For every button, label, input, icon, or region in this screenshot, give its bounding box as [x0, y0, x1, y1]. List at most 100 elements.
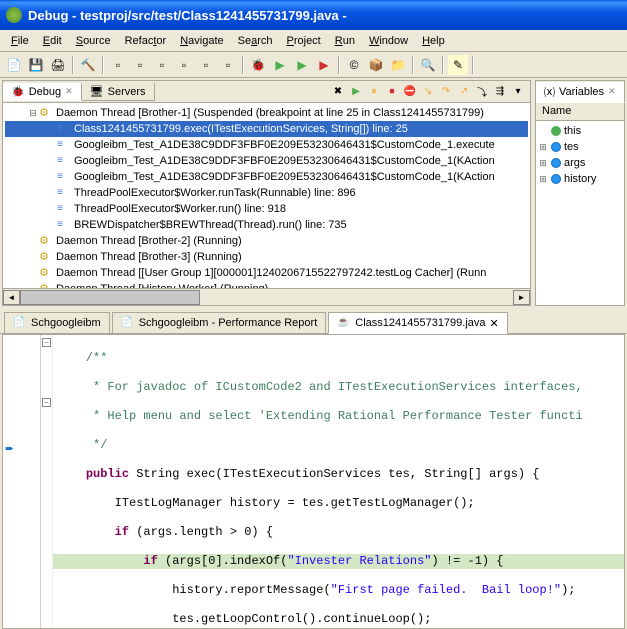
debug-tree[interactable]: ⊟Daemon Thread [Brother-1] (Suspended (b…	[3, 103, 530, 288]
menu-run[interactable]: Run	[328, 33, 362, 49]
menu-navigate[interactable]: Navigate	[173, 33, 230, 49]
annotate-button[interactable]: ✎	[448, 55, 468, 75]
new-button[interactable]: 📄	[4, 55, 24, 75]
menu-source[interactable]: Source	[69, 33, 118, 49]
code-area[interactable]: /** * For javadoc of ICustomCode2 and IT…	[53, 335, 624, 628]
thread-icon	[39, 234, 53, 248]
scroll-right-arrow[interactable]: ►	[513, 290, 530, 305]
frame-icon	[57, 186, 71, 200]
code-line: */	[57, 438, 107, 452]
bug-icon: 🐞	[11, 85, 25, 98]
new-class-button[interactable]: ©	[344, 55, 364, 75]
fold-column[interactable]: − −	[41, 335, 53, 628]
print-button[interactable]: 🖨	[48, 55, 68, 75]
scroll-left-arrow[interactable]: ◄	[3, 290, 20, 305]
editor-tab[interactable]: Schgoogleibm - Performance Report	[112, 312, 327, 333]
stack-frame-row[interactable]: ThreadPoolExecutor$Worker.run() line: 91…	[5, 201, 528, 217]
var-name: args	[564, 157, 585, 169]
suspend-button[interactable]: ⏸	[366, 84, 382, 100]
tool-button-3[interactable]: ▫	[152, 55, 172, 75]
variable-row[interactable]: this	[538, 123, 622, 139]
terminate-button[interactable]: ⏹	[384, 84, 400, 100]
remove-terminated-button[interactable]: ✖	[330, 84, 346, 100]
expand-icon[interactable]: ⊞	[538, 158, 548, 169]
horizontal-scrollbar[interactable]: ◄ ►	[3, 288, 530, 305]
menu-help[interactable]: Help	[415, 33, 452, 49]
variable-row[interactable]: ⊞tes	[538, 139, 622, 155]
menu-refactor[interactable]: Refactor	[118, 33, 174, 49]
run-button[interactable]: ▶	[270, 55, 290, 75]
menu-search[interactable]: Search	[231, 33, 280, 49]
search-button[interactable]: 🔍	[418, 55, 438, 75]
tool-button-2[interactable]: ▫	[130, 55, 150, 75]
close-icon[interactable]: ✕	[490, 317, 499, 330]
code-line: tes.getLoopControl().continueLoop();	[57, 612, 431, 626]
stack-frame-row[interactable]: Class1241455731799.exec(ITestExecutionSe…	[5, 121, 528, 137]
code-text: (args[0].indexOf(	[158, 554, 288, 568]
stack-frame-row[interactable]: Googleibm_Test_A1DE38C9DDF3FBF0E209E5323…	[5, 153, 528, 169]
thread-row[interactable]: Daemon Thread [History Worker] (Running)	[5, 281, 528, 288]
stack-frame-row[interactable]: Googleibm_Test_A1DE38C9DDF3FBF0E209E5323…	[5, 137, 528, 153]
variable-row[interactable]: ⊞history	[538, 171, 622, 187]
tab-debug-label: Debug	[29, 86, 61, 98]
step-over-button[interactable]: ↷	[438, 84, 454, 100]
tab-variables-label: Variables	[559, 86, 604, 98]
tool-button-1[interactable]: ▫	[108, 55, 128, 75]
stack-frame-row[interactable]: Googleibm_Test_A1DE38C9DDF3FBF0E209E5323…	[5, 169, 528, 185]
view-menu-button[interactable]: ▾	[510, 84, 526, 100]
build-button[interactable]: 🔨	[78, 55, 98, 75]
close-icon[interactable]: ✕	[608, 86, 616, 97]
close-icon[interactable]: ✕	[65, 86, 73, 97]
tab-servers[interactable]: 🖥 Servers	[82, 83, 155, 101]
frame-icon	[57, 138, 71, 152]
variable-row[interactable]: ⊞ args	[538, 155, 622, 171]
tool-button-6[interactable]: ▫	[218, 55, 238, 75]
editor-ruler[interactable]: ➨	[3, 335, 41, 628]
thread-row[interactable]: Daemon Thread [Brother-3] (Running)	[5, 249, 528, 265]
debug-button[interactable]: 🐞	[248, 55, 268, 75]
editor-tab[interactable]: Schgoogleibm	[4, 312, 110, 333]
breakpoint-marker[interactable]: ➨	[5, 442, 19, 456]
tab-label: Schgoogleibm - Performance Report	[139, 317, 318, 329]
drop-frame-button[interactable]: ⤵	[474, 84, 490, 100]
code-editor[interactable]: ➨ − − /** * For javadoc of ICustomCode2 …	[2, 334, 625, 629]
tool-button-4[interactable]: ▫	[174, 55, 194, 75]
fold-toggle[interactable]: −	[42, 398, 51, 407]
tool-button-5[interactable]: ▫	[196, 55, 216, 75]
thread-row[interactable]: Daemon Thread [Brother-2] (Running)	[5, 233, 528, 249]
stack-frame-row[interactable]: BREWDispatcher$BREWThread(Thread).run() …	[5, 217, 528, 233]
step-filters-button[interactable]: ⇶	[492, 84, 508, 100]
resume-button[interactable]: ▶	[348, 84, 364, 100]
menu-edit[interactable]: Edit	[36, 33, 69, 49]
thread-row[interactable]: Daemon Thread [[User Group 1][000001]124…	[5, 265, 528, 281]
editor-tab[interactable]: Class1241455731799.java✕	[328, 312, 508, 334]
step-return-button[interactable]: ↗	[456, 84, 472, 100]
stack-frame-row[interactable]: ThreadPoolExecutor$Worker.runTask(Runnab…	[5, 185, 528, 201]
app-icon	[6, 7, 22, 23]
code-line: * For javadoc of ICustomCode2 and ITestE…	[57, 380, 583, 394]
thread-row[interactable]: ⊟Daemon Thread [Brother-1] (Suspended (b…	[5, 105, 528, 121]
code-line: /**	[57, 351, 107, 365]
save-button[interactable]: 💾	[26, 55, 46, 75]
tab-debug[interactable]: 🐞 Debug ✕	[3, 83, 82, 101]
menu-window[interactable]: Window	[362, 33, 415, 49]
expand-icon[interactable]: ⊞	[538, 142, 548, 153]
disconnect-button[interactable]: ⛔	[402, 84, 418, 100]
tab-servers-label: Servers	[108, 86, 146, 98]
vars-body[interactable]: this⊞tes⊞args⊞history	[536, 121, 624, 305]
row-label: Daemon Thread [Brother-3] (Running)	[56, 251, 242, 263]
expand-icon[interactable]: ⊞	[538, 174, 548, 185]
fold-toggle[interactable]: −	[42, 338, 51, 347]
menu-file[interactable]: File	[4, 33, 36, 49]
run-last-button[interactable]: ▶	[292, 55, 312, 75]
scroll-thumb[interactable]	[20, 290, 200, 305]
menu-project[interactable]: Project	[280, 33, 328, 49]
code-kw: if	[143, 554, 157, 568]
new-package-button[interactable]: 📦	[366, 55, 386, 75]
frame-icon	[57, 154, 71, 168]
ext-tools-button[interactable]: ▶	[314, 55, 334, 75]
vars-column-header[interactable]: Name	[536, 103, 624, 121]
open-type-button[interactable]: 📁	[388, 55, 408, 75]
step-into-button[interactable]: ↘	[420, 84, 436, 100]
tab-variables[interactable]: ⒳ Variables ✕	[536, 82, 625, 103]
